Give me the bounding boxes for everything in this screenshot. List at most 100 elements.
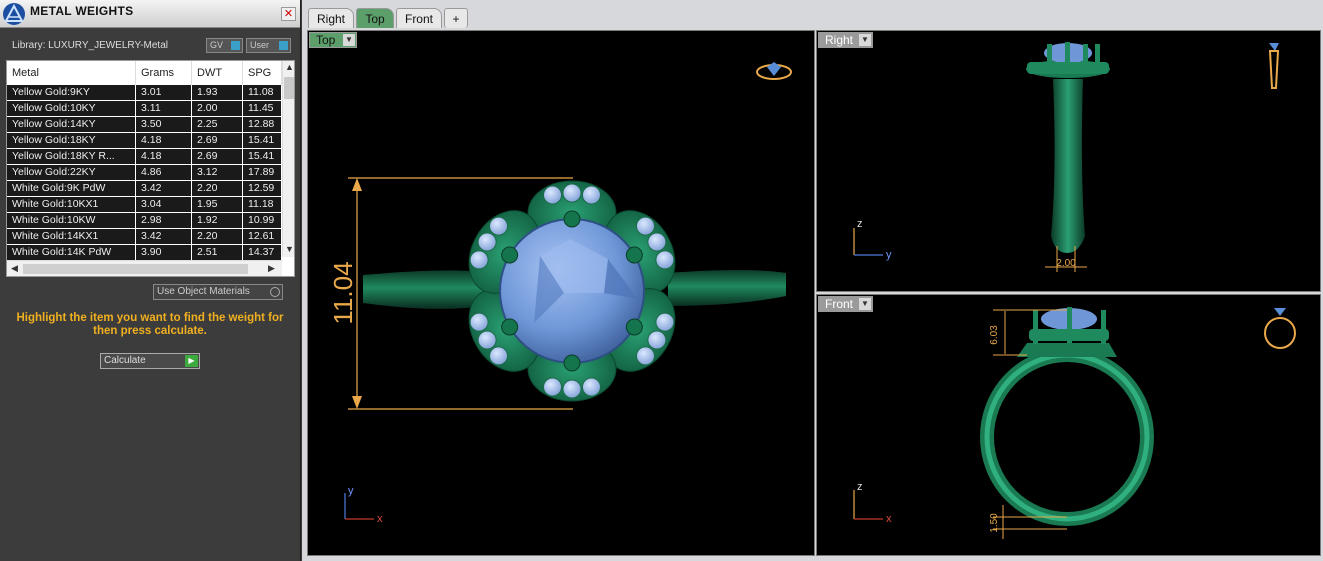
pave-diamond (655, 250, 675, 270)
front-viewport-name: Front (825, 297, 854, 311)
table-cell: White Gold:14KX1 (7, 229, 136, 244)
instruction-text: Highlight the item you want to find the … (16, 312, 284, 337)
prong (563, 354, 581, 372)
dropdown-arrow-icon[interactable]: ▼ (859, 298, 871, 310)
ring-shank-left (363, 270, 483, 309)
pave-diamond (469, 250, 489, 270)
top-view-canvas[interactable]: 11.04 y x (308, 31, 814, 555)
table-cell: 10.99 (243, 213, 282, 228)
x-axis-label: x (377, 513, 383, 525)
tab-top[interactable]: Top (356, 8, 394, 28)
table-row[interactable]: White Gold:14KX1 3.42 2.20 12.61 (7, 229, 282, 245)
scroll-left-icon[interactable]: ◀ (8, 263, 21, 274)
top-viewport-name: Top (316, 33, 336, 47)
table-row[interactable]: Yellow Gold:9KY 3.01 1.93 11.08 (7, 85, 282, 101)
column-header-metal[interactable]: Metal (7, 61, 136, 85)
scroll-up-icon[interactable]: ▲ (283, 62, 294, 72)
table-cell: 1.93 (192, 85, 243, 100)
view-orientation-icon[interactable] (756, 62, 792, 80)
table-row[interactable]: Yellow Gold:18KY 4.18 2.69 15.41 (7, 133, 282, 149)
right-viewport[interactable]: 2.00 z y Right ▼ (816, 30, 1321, 292)
column-header-spg[interactable]: SPG (243, 61, 282, 85)
table-cell: 12.88 (243, 117, 282, 132)
metal-table: Metal Grams DWT SPG Yellow Gold:9KY 3.01 1… (6, 60, 295, 277)
band-dimension: 1.50 (989, 513, 1000, 533)
toggle-indicator-icon (231, 41, 240, 50)
column-header-grams[interactable]: Grams (136, 61, 192, 85)
table-cell: 11.45 (243, 101, 282, 116)
dropdown-arrow-icon[interactable]: ▼ (343, 34, 355, 46)
front-viewport[interactable]: 6.03 1.50 z x Front ▼ (816, 294, 1321, 556)
table-cell: 14.37 (243, 245, 282, 260)
pave-diamond (477, 232, 497, 252)
pave-diamond (469, 312, 489, 332)
play-icon: ▶ (185, 355, 198, 367)
front-viewport-label[interactable]: Front ▼ (818, 296, 873, 312)
table-row[interactable]: White Gold:10KX1 3.04 1.95 11.18 (7, 197, 282, 213)
table-cell: 2.69 (192, 149, 243, 164)
pave-diamond (562, 379, 582, 399)
scroll-thumb[interactable] (284, 77, 294, 99)
table-row[interactable]: White Gold:14K PdW 3.90 2.51 14.37 (7, 245, 282, 261)
front-view-canvas[interactable]: 6.03 1.50 z x (817, 295, 1320, 555)
toggle-indicator-icon (279, 41, 288, 50)
table-cell: White Gold:10KW (7, 213, 136, 228)
table-row[interactable]: Yellow Gold:18KY R... 4.18 2.69 15.41 (7, 149, 282, 165)
use-object-materials-option[interactable]: Use Object Materials (153, 284, 283, 300)
table-cell: 2.69 (192, 133, 243, 148)
table-body: Yellow Gold:9KY 3.01 1.93 11.08 Yellow Gold:… (7, 85, 282, 261)
tab-front[interactable]: Front (396, 8, 442, 28)
setting-base (1017, 343, 1117, 357)
scroll-down-icon[interactable]: ▼ (283, 244, 294, 254)
tab-right[interactable]: Right (308, 8, 354, 28)
panel-titlebar: METAL WEIGHTS ✕ (0, 0, 300, 28)
calculate-button[interactable]: Calculate ▶ (100, 353, 200, 369)
table-cell: White Gold:10KX1 (7, 197, 136, 212)
pave-diamond (635, 216, 655, 236)
scroll-right-icon[interactable]: ▶ (265, 263, 278, 274)
close-button[interactable]: ✕ (281, 7, 296, 21)
table-header: Metal Grams DWT SPG (7, 61, 282, 85)
table-row[interactable]: Yellow Gold:14KY 3.50 2.25 12.88 (7, 117, 282, 133)
add-tab-button[interactable]: + (444, 8, 468, 28)
horizontal-scrollbar[interactable]: ◀ ▶ (7, 260, 282, 276)
table-cell: 3.01 (136, 85, 192, 100)
view-orientation-icon[interactable] (1264, 308, 1296, 349)
table-cell: Yellow Gold:22KY (7, 165, 136, 180)
table-row[interactable]: White Gold:10KW 2.98 1.92 10.99 (7, 213, 282, 229)
height-dimension: 6.03 (989, 325, 1000, 345)
pave-diamond (543, 185, 563, 205)
dropdown-arrow-icon[interactable]: ▼ (859, 34, 871, 46)
calculate-label: Calculate (104, 355, 146, 366)
view-orientation-icon[interactable] (1268, 43, 1280, 89)
table-cell: 2.25 (192, 117, 243, 132)
table-cell: 4.18 (136, 149, 192, 164)
halo-rail (1027, 62, 1109, 74)
scroll-thumb[interactable] (23, 264, 248, 274)
table-cell: 2.98 (136, 213, 192, 228)
table-cell: 15.41 (243, 149, 282, 164)
pave-diamond (581, 185, 601, 205)
ring-band-highlight (984, 352, 1150, 522)
table-row[interactable]: Yellow Gold:10KY 3.11 2.00 11.45 (7, 101, 282, 117)
dimension-arrow-icon (352, 178, 362, 191)
table-cell: 4.86 (136, 165, 192, 180)
table-cell: Yellow Gold:10KY (7, 101, 136, 116)
table-cell: 1.92 (192, 213, 243, 228)
column-header-dwt[interactable]: DWT (192, 61, 243, 85)
right-viewport-label[interactable]: Right ▼ (818, 32, 873, 48)
table-cell: 12.59 (243, 181, 282, 196)
table-cell: 1.95 (192, 197, 243, 212)
app-logo-icon (3, 3, 25, 25)
table-row[interactable]: White Gold:9K PdW 3.42 2.20 12.59 (7, 181, 282, 197)
user-toggle[interactable]: User (246, 38, 291, 53)
z-axis-label: z (857, 481, 863, 493)
table-row[interactable]: Yellow Gold:22KY 4.86 3.12 17.89 (7, 165, 282, 181)
right-view-canvas[interactable]: 2.00 z y (817, 31, 1320, 291)
vertical-scrollbar[interactable]: ▲ ▼ (282, 61, 294, 257)
table-cell: Yellow Gold:18KY R... (7, 149, 136, 164)
width-dimension: 11.04 (328, 261, 358, 324)
top-viewport-label[interactable]: Top ▼ (309, 32, 357, 48)
top-viewport[interactable]: 11.04 y x Top ▼ (307, 30, 815, 556)
gv-toggle[interactable]: GV (206, 38, 243, 53)
